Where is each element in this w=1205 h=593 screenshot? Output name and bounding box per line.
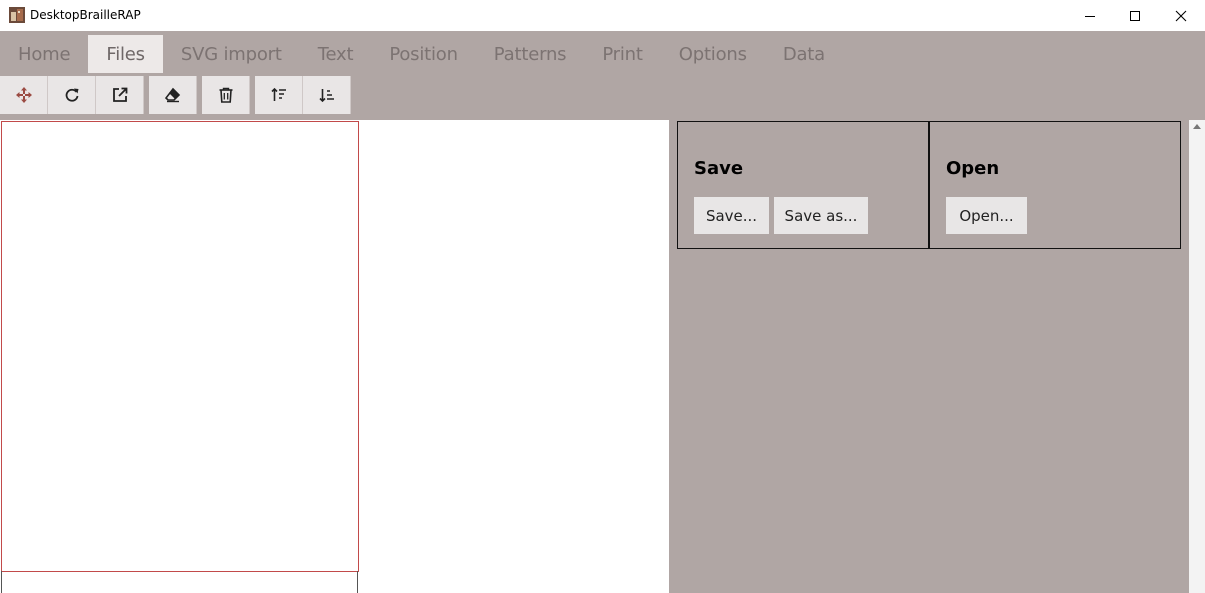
files-panel: Save Save... Save as... Open Open... xyxy=(669,120,1189,593)
external-link-icon xyxy=(112,87,127,102)
save-button[interactable]: Save... xyxy=(694,197,769,234)
minimize-icon xyxy=(1084,15,1095,17)
sort-down-icon xyxy=(318,89,334,103)
delete-button[interactable] xyxy=(202,76,250,114)
page-left-edge xyxy=(1,571,2,593)
tab-svg-import[interactable]: SVG import xyxy=(163,35,300,73)
tab-files[interactable]: Files xyxy=(88,35,163,73)
braille-page[interactable] xyxy=(1,121,359,572)
close-button[interactable] xyxy=(1158,0,1203,31)
menu-tabs: Home Files SVG import Text Position Patt… xyxy=(0,35,843,73)
tab-options[interactable]: Options xyxy=(661,35,765,73)
ribbon: Home Files SVG import Text Position Patt… xyxy=(0,31,1205,120)
tab-patterns[interactable]: Patterns xyxy=(476,35,585,73)
tab-print[interactable]: Print xyxy=(584,35,660,73)
eraser-icon xyxy=(164,87,180,103)
move-button[interactable] xyxy=(0,76,48,114)
save-as-button[interactable]: Save as... xyxy=(774,197,868,234)
maximize-button[interactable] xyxy=(1112,0,1157,31)
sort-down-button[interactable] xyxy=(303,76,351,114)
move-icon xyxy=(15,87,32,103)
eraser-button[interactable] xyxy=(149,76,197,114)
external-link-button[interactable] xyxy=(96,76,144,114)
open-group-title: Open xyxy=(946,158,1000,179)
tab-home[interactable]: Home xyxy=(0,35,88,73)
app-icon xyxy=(9,7,25,23)
toolbar xyxy=(0,76,351,114)
vertical-scrollbar[interactable] xyxy=(1189,120,1205,593)
sort-up-icon xyxy=(270,87,286,101)
minimize-button[interactable] xyxy=(1067,0,1112,31)
canvas-area[interactable] xyxy=(0,120,669,593)
page-right-edge xyxy=(357,571,358,593)
open-button[interactable]: Open... xyxy=(946,197,1027,234)
save-group-title: Save xyxy=(694,158,744,179)
tab-data[interactable]: Data xyxy=(765,35,843,73)
trash-icon xyxy=(219,87,232,103)
open-group: Open Open... xyxy=(929,121,1181,249)
maximize-icon xyxy=(1129,10,1140,21)
window-title: DesktopBrailleRAP xyxy=(30,8,141,22)
sort-up-button[interactable] xyxy=(255,76,303,114)
title-bar: DesktopBrailleRAP xyxy=(0,0,1205,31)
rotate-button[interactable] xyxy=(48,76,96,114)
scroll-up-arrow-icon[interactable] xyxy=(1193,124,1201,129)
save-group: Save Save... Save as... xyxy=(677,121,929,249)
close-icon xyxy=(1175,10,1186,21)
rotate-icon xyxy=(65,88,78,102)
tab-position[interactable]: Position xyxy=(371,35,475,73)
tab-text[interactable]: Text xyxy=(300,35,372,73)
